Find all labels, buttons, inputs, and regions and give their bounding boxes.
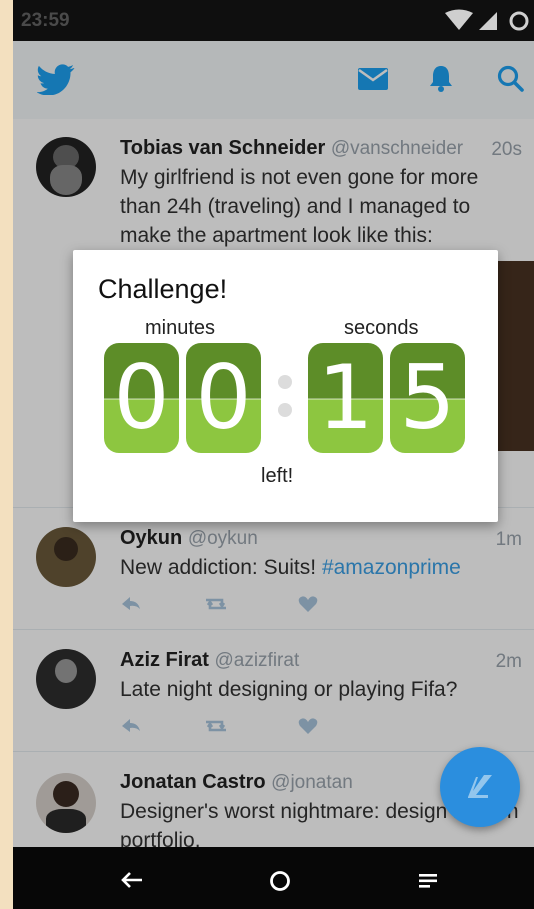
minutes-digit-2: 0 <box>186 343 261 453</box>
minutes-digit-2-value: 0 <box>195 346 252 449</box>
home-icon[interactable] <box>269 870 291 892</box>
minutes-digit-1: 0 <box>104 343 179 453</box>
time-left-label: left! <box>261 465 294 487</box>
status-bar: 23:59 <box>13 0 534 41</box>
colon-dot-top <box>278 375 292 389</box>
compose-button[interactable] <box>440 747 520 827</box>
phone-screen: 23:59 Tobias van Schneider @vanschneider… <box>13 0 534 909</box>
colon-dot-bottom <box>278 403 292 417</box>
minutes-label: minutes <box>145 317 216 339</box>
seconds-digit-2: 5 <box>390 343 465 453</box>
system-nav-bar <box>13 847 534 909</box>
minutes-digit-1-value: 0 <box>113 346 170 449</box>
signal-icon <box>479 12 497 30</box>
seconds-digit-1: 1 <box>308 343 383 453</box>
status-time: 23:59 <box>21 10 70 31</box>
challenge-dialog[interactable]: Challenge! minutes seconds 0 0 1 5 left! <box>73 250 498 522</box>
compose-icon <box>468 775 492 798</box>
seconds-label: seconds <box>344 317 419 339</box>
wifi-icon <box>445 9 473 30</box>
dialog-title: Challenge! <box>98 274 228 304</box>
seconds-digit-1-value: 1 <box>317 346 374 449</box>
recents-icon[interactable] <box>418 873 438 889</box>
back-icon[interactable] <box>120 871 144 889</box>
status-icons <box>445 9 529 31</box>
seconds-digit-2-value: 5 <box>399 346 456 449</box>
battery-icon <box>509 11 529 31</box>
